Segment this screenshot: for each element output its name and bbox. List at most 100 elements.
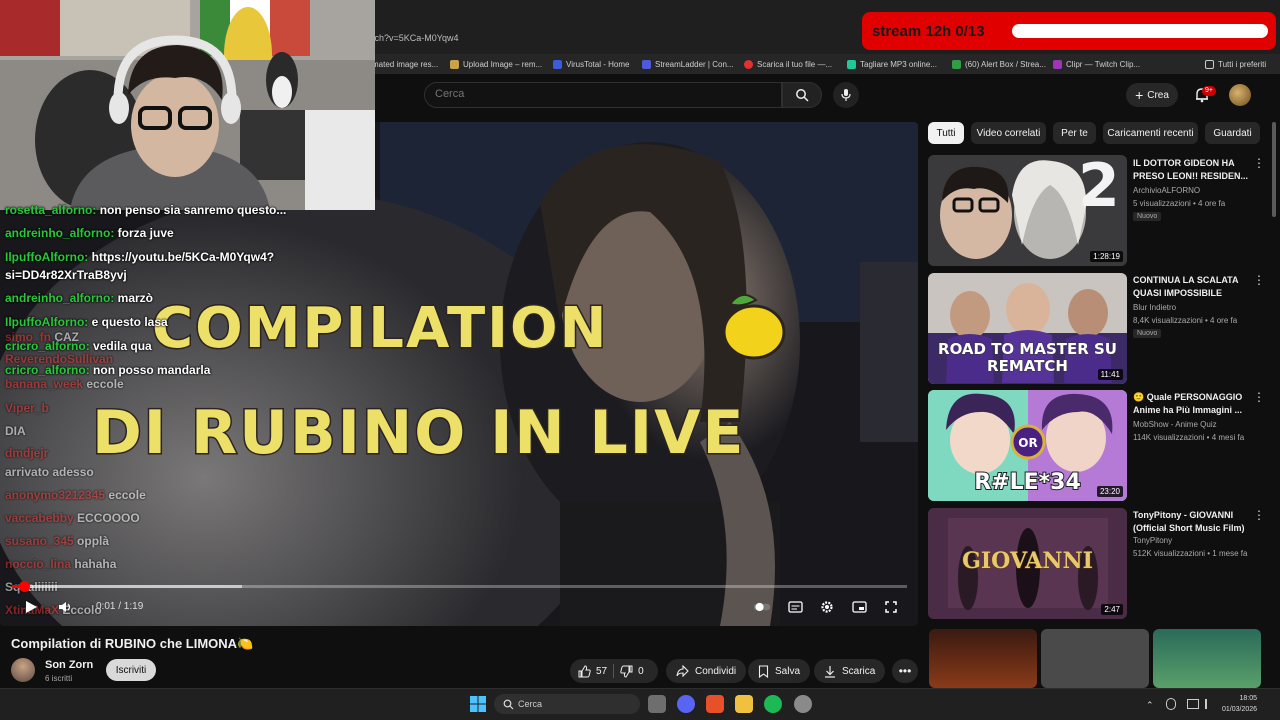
page-scrollbar[interactable] <box>1272 122 1276 217</box>
tray-chevron-icon[interactable]: ⌃ <box>1146 700 1154 711</box>
search-icon <box>503 699 514 710</box>
create-button[interactable]: + Crea <box>1126 83 1178 107</box>
more-actions-button[interactable]: ••• <box>892 659 918 683</box>
microphone-tray-icon[interactable] <box>1166 698 1176 710</box>
share-label: Condividi <box>695 665 737 677</box>
share-button[interactable]: Condividi <box>666 659 747 683</box>
taskbar-search[interactable]: Cerca <box>494 694 640 714</box>
chat-message: susano_345 opplà <box>5 534 109 548</box>
windows-start-icon[interactable] <box>469 695 487 713</box>
speaker-icon[interactable] <box>1205 699 1217 709</box>
play-button[interactable] <box>22 598 40 616</box>
rec-video-title[interactable]: TonyPitony - GIOVANNI (Official Short Mu… <box>1133 509 1251 535</box>
subscribe-button[interactable]: Iscriviti <box>106 659 156 681</box>
chip-guardati[interactable]: Guardati <box>1205 122 1260 144</box>
stream-goal-label: stream 12h 0/13 <box>872 23 985 40</box>
chat-message: ReverendoSullivan <box>5 352 113 366</box>
taskbar-clock[interactable]: 18:05 01/03/2026 <box>1222 693 1257 715</box>
rec-video-title[interactable]: IL DOTTOR GIDEON HA PRESO LEON!! RESIDEN… <box>1133 157 1251 183</box>
rec-video-title[interactable]: 🙂 Quale PERSONAGGIO Anime ha Più Immagin… <box>1133 391 1251 417</box>
miniplayer-button[interactable] <box>850 598 868 616</box>
screen: tch?v=5KCa-M0Yqw4 mated image res... Upl… <box>0 0 1280 720</box>
rec-meta: 5 visualizzazioni • 4 ore fa <box>1133 199 1226 208</box>
channel-avatar[interactable] <box>11 658 35 682</box>
save-button[interactable]: Salva <box>748 659 811 683</box>
search-box[interactable] <box>424 82 782 108</box>
rec-channel-name[interactable]: TonyPitony <box>1133 536 1172 545</box>
bookmark-folder[interactable]: Tutti i preferiti <box>1205 57 1266 71</box>
shorts-thumbnail[interactable] <box>1153 629 1261 688</box>
network-icon[interactable] <box>1187 699 1199 709</box>
channel-name[interactable]: Son Zorn <box>45 659 93 671</box>
more-vertical-icon[interactable]: ⋮ <box>1253 508 1265 522</box>
more-vertical-icon[interactable]: ⋮ <box>1253 156 1265 170</box>
rec-channel-name[interactable]: Blur Indietro <box>1133 303 1176 312</box>
chip-tutti[interactable]: Tutti <box>928 122 964 144</box>
chat-username: ReverendoSullivan <box>5 352 114 366</box>
chat-message: banana_week eccole <box>5 377 124 391</box>
bookmark-icon <box>758 664 769 678</box>
video-thumbnail[interactable]: OR R#LE*34 23:20 <box>928 390 1127 501</box>
progress-handle[interactable] <box>19 581 30 592</box>
dislike-button[interactable]: 0 <box>620 665 644 678</box>
chat-text: ECCOOOO <box>77 511 140 525</box>
url-text[interactable]: tch?v=5KCa-M0Yqw4 <box>372 33 458 43</box>
like-button[interactable]: 57 <box>578 664 607 678</box>
video-thumbnail[interactable]: ROAD TO MASTER SU REMATCH 11:41 <box>928 273 1127 384</box>
bookmark-item[interactable]: mated image res... <box>372 57 438 71</box>
volume-button[interactable] <box>56 598 74 616</box>
notification-badge: 9+ <box>1202 86 1216 96</box>
like-dislike-group: 57 0 <box>570 659 658 683</box>
chip-caricamenti-recenti[interactable]: Caricamenti recenti <box>1103 122 1198 144</box>
stream-goal-overlay: stream 12h 0/13 <box>862 12 1276 50</box>
chip-per-te[interactable]: Per te <box>1053 122 1096 144</box>
account-avatar[interactable] <box>1229 84 1251 106</box>
settings-button[interactable] <box>818 598 836 616</box>
chat-message: andreinho_alforno: forza juve <box>5 226 174 240</box>
chat-text: marzò <box>117 291 154 305</box>
chip-video-correlati[interactable]: Video correlati <box>971 122 1046 144</box>
spotify-icon[interactable] <box>764 695 782 713</box>
rec-meta: 512K visualizzazioni • 1 mese fa <box>1133 549 1248 558</box>
chat-message: anonymo3212345 eccole <box>5 488 146 502</box>
chat-message: dmdjejr <box>5 446 48 460</box>
chat-username: rosetta_alforno: <box>5 203 100 217</box>
video-thumbnail[interactable]: 2 1:28:19 <box>928 155 1127 266</box>
more-vertical-icon[interactable]: ⋮ <box>1253 273 1265 287</box>
subtitles-button[interactable] <box>786 598 804 616</box>
brave-browser-icon[interactable] <box>706 695 724 713</box>
chat-message: vaccabebby ECCOOOO <box>5 511 140 525</box>
rec-channel-name[interactable]: MobShow - Anime Quiz <box>1133 420 1217 429</box>
bookmark-item[interactable]: Clipr — Twitch Clip... <box>1053 57 1140 71</box>
fullscreen-button[interactable] <box>882 598 900 616</box>
fullscreen-icon <box>885 601 897 613</box>
voice-search-button[interactable] <box>833 82 859 108</box>
chat-username: simo_fn <box>5 330 55 344</box>
shorts-thumbnail[interactable] <box>1041 629 1149 688</box>
video-thumbnail[interactable]: GIOVANNI 2:47 <box>928 508 1127 619</box>
download-button[interactable]: Scarica <box>814 659 886 683</box>
divider <box>613 664 615 678</box>
chat-username: noccio_lina <box>5 557 75 571</box>
search-input[interactable] <box>435 88 765 100</box>
search-button[interactable] <box>782 82 822 108</box>
autoplay-toggle-icon <box>753 602 771 612</box>
bookmark-item[interactable]: StreamLadder | Con... <box>642 57 734 71</box>
autoplay-toggle[interactable] <box>753 598 771 616</box>
rec-channel-name[interactable]: ArchivioALFORNO <box>1133 186 1200 195</box>
more-vertical-icon[interactable]: ⋮ <box>1253 390 1265 404</box>
file-explorer-icon[interactable] <box>735 695 753 713</box>
bookmark-item[interactable]: Tagliare MP3 online... <box>847 57 937 71</box>
task-view-icon[interactable] <box>648 695 666 713</box>
obs-icon[interactable] <box>794 695 812 713</box>
or-badge-text: OR <box>1018 436 1037 450</box>
shorts-thumbnail[interactable] <box>929 629 1037 688</box>
discord-icon[interactable] <box>677 695 695 713</box>
chat-username: IlpuffoAlforno: <box>5 315 92 329</box>
bookmark-item[interactable]: Scarica il tuo file —... <box>744 57 832 71</box>
bookmark-item[interactable]: Upload Image – rem... <box>450 57 542 71</box>
miniplayer-icon <box>851 601 867 613</box>
rec-video-title[interactable]: CONTINUA LA SCALATA QUASI IMPOSSIBILE <box>1133 274 1251 300</box>
bookmark-item[interactable]: VirusTotal - Home <box>553 57 629 71</box>
bookmark-item[interactable]: (60) Alert Box / Strea... <box>952 57 1046 71</box>
